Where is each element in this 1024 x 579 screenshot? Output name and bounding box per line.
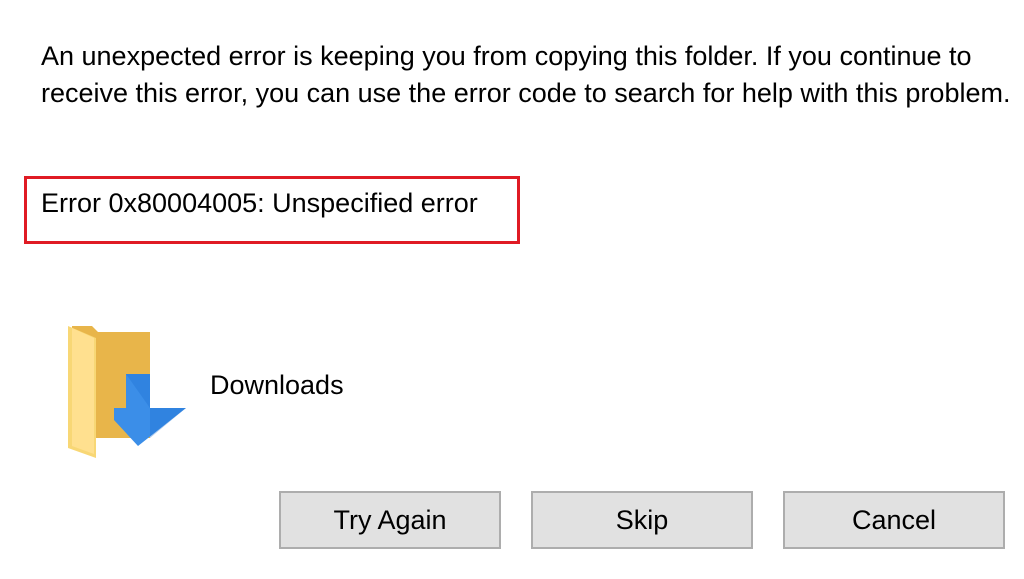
downloads-folder-icon [64, 320, 188, 460]
error-message: An unexpected error is keeping you from … [41, 41, 1011, 108]
try-again-button[interactable]: Try Again [279, 491, 501, 549]
cancel-button[interactable]: Cancel [783, 491, 1005, 549]
folder-name: Downloads [210, 370, 344, 400]
skip-button[interactable]: Skip [531, 491, 753, 549]
error-code-text: Error 0x80004005: Unspecified error [41, 188, 478, 218]
